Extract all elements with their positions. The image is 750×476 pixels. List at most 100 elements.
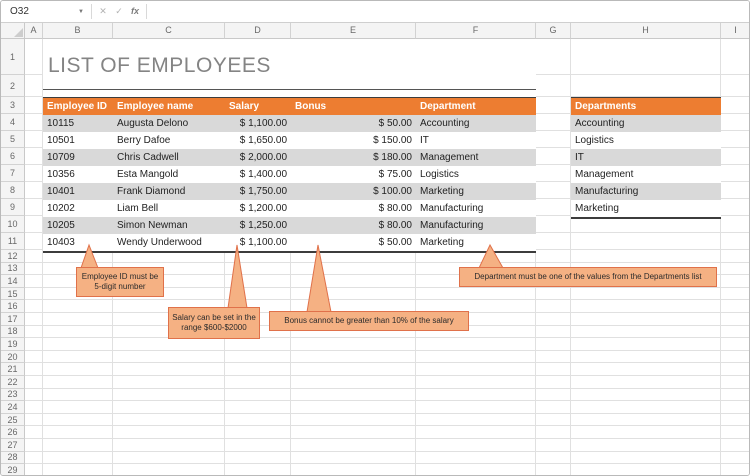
grid-cell[interactable] [113, 351, 225, 364]
grid-cell[interactable] [25, 216, 43, 233]
grid-cell[interactable] [291, 338, 416, 351]
grid-cell[interactable] [25, 452, 43, 465]
grid-cell[interactable] [536, 351, 571, 364]
grid-cell[interactable] [25, 131, 43, 148]
grid-cell[interactable] [536, 401, 571, 414]
grid-cell[interactable] [43, 452, 113, 465]
row-header-5[interactable]: 5 [1, 131, 25, 148]
grid-cell[interactable] [25, 263, 43, 276]
employee-cell[interactable]: 10115 [43, 115, 113, 132]
title-cell[interactable]: LIST OF EMPLOYEES [43, 39, 536, 97]
employee-cell[interactable]: Augusta Delono [113, 115, 225, 132]
grid-cell[interactable] [113, 464, 225, 475]
grid-cell[interactable] [536, 75, 571, 97]
grid-cell[interactable] [536, 216, 571, 233]
grid-cell[interactable] [25, 351, 43, 364]
column-header-F[interactable]: F [416, 23, 536, 39]
grid-cell[interactable] [416, 389, 536, 402]
grid-cell[interactable] [25, 326, 43, 339]
grid-cell[interactable] [225, 288, 291, 301]
row-header-24[interactable]: 24 [1, 401, 25, 414]
grid-cell[interactable] [43, 351, 113, 364]
employee-header-cell[interactable]: Salary [225, 98, 291, 115]
grid-cell[interactable] [571, 233, 721, 250]
employee-cell[interactable]: 10401 [43, 183, 113, 200]
grid-cell[interactable] [721, 313, 749, 326]
row-header-2[interactable]: 2 [1, 75, 25, 97]
grid-cell[interactable] [225, 263, 291, 276]
grid-cell[interactable] [225, 363, 291, 376]
insert-function-icon[interactable]: fx [127, 1, 143, 22]
column-header-H[interactable]: H [571, 23, 721, 39]
select-all-button[interactable] [1, 23, 25, 39]
grid-cell[interactable] [113, 414, 225, 427]
grid-cell[interactable] [536, 326, 571, 339]
grid-cell[interactable] [416, 439, 536, 452]
row-header-16[interactable]: 16 [1, 300, 25, 313]
row-header-11[interactable]: 11 [1, 233, 25, 250]
employee-header-cell[interactable]: Department [416, 98, 536, 115]
employee-cell[interactable]: Liam Bell [113, 200, 225, 217]
grid-cell[interactable] [536, 338, 571, 351]
grid-cell[interactable] [25, 148, 43, 165]
employee-header-cell[interactable]: Bonus [291, 98, 416, 115]
employee-cell[interactable]: $ 50.00 [291, 234, 416, 251]
column-header-B[interactable]: B [43, 23, 113, 39]
grid-cell[interactable] [571, 401, 721, 414]
grid-cell[interactable] [721, 199, 749, 216]
grid-cell[interactable] [721, 165, 749, 182]
row-header-22[interactable]: 22 [1, 376, 25, 389]
column-header-I[interactable]: I [721, 23, 750, 39]
grid-cell[interactable] [43, 338, 113, 351]
employee-cell[interactable]: Accounting [416, 115, 536, 132]
employee-cell[interactable]: Simon Newman [113, 217, 225, 234]
grid-cell[interactable] [225, 376, 291, 389]
employee-cell[interactable]: Marketing [416, 234, 536, 251]
column-header-A[interactable]: A [25, 23, 43, 39]
row-header-26[interactable]: 26 [1, 426, 25, 439]
grid-cell[interactable] [536, 250, 571, 263]
cell-name-box[interactable]: O32 ▼ [1, 1, 91, 22]
employee-cell[interactable]: Marketing [416, 183, 536, 200]
grid-cell[interactable] [571, 439, 721, 452]
grid-cell[interactable] [113, 401, 225, 414]
employee-cell[interactable]: $ 1,650.00 [225, 132, 291, 149]
grid-cell[interactable] [25, 39, 43, 75]
employee-cell[interactable]: 10205 [43, 217, 113, 234]
grid-cell[interactable] [25, 313, 43, 326]
row-header-12[interactable]: 12 [1, 250, 25, 263]
grid-cell[interactable] [25, 165, 43, 182]
grid-cell[interactable] [113, 426, 225, 439]
grid-cell[interactable] [536, 182, 571, 199]
grid-cell[interactable] [536, 464, 571, 475]
grid-cell[interactable] [416, 464, 536, 475]
grid-cell[interactable] [416, 452, 536, 465]
grid-cell[interactable] [25, 288, 43, 301]
grid-cell[interactable] [721, 439, 749, 452]
grid-cell[interactable] [113, 376, 225, 389]
grid-cell[interactable] [721, 250, 749, 263]
grid-cell[interactable] [416, 351, 536, 364]
grid-cell[interactable] [291, 275, 416, 288]
employee-cell[interactable]: Esta Mangold [113, 166, 225, 183]
grid-cell[interactable] [721, 464, 749, 475]
grid-cell[interactable] [225, 452, 291, 465]
grid-cell[interactable] [536, 233, 571, 250]
row-header-20[interactable]: 20 [1, 351, 25, 364]
employee-cell[interactable]: Chris Cadwell [113, 149, 225, 166]
employee-cell[interactable]: 10403 [43, 234, 113, 251]
grid-cell[interactable] [536, 148, 571, 165]
row-header-29[interactable]: 29 [1, 464, 25, 475]
grid-cell[interactable] [536, 376, 571, 389]
grid-cell[interactable] [291, 351, 416, 364]
employee-cell[interactable]: $ 1,250.00 [225, 217, 291, 234]
employee-cell[interactable]: $ 180.00 [291, 149, 416, 166]
grid-cell[interactable] [416, 338, 536, 351]
callout-salary-rule[interactable]: Salary can be set in the range $600-$200… [168, 307, 260, 339]
grid-cell[interactable] [536, 199, 571, 216]
name-box-dropdown-icon[interactable]: ▼ [76, 9, 86, 15]
grid-cell[interactable] [536, 389, 571, 402]
grid-cell[interactable] [43, 300, 113, 313]
grid-cell[interactable] [25, 97, 43, 114]
employee-cell[interactable]: Manufacturing [416, 200, 536, 217]
